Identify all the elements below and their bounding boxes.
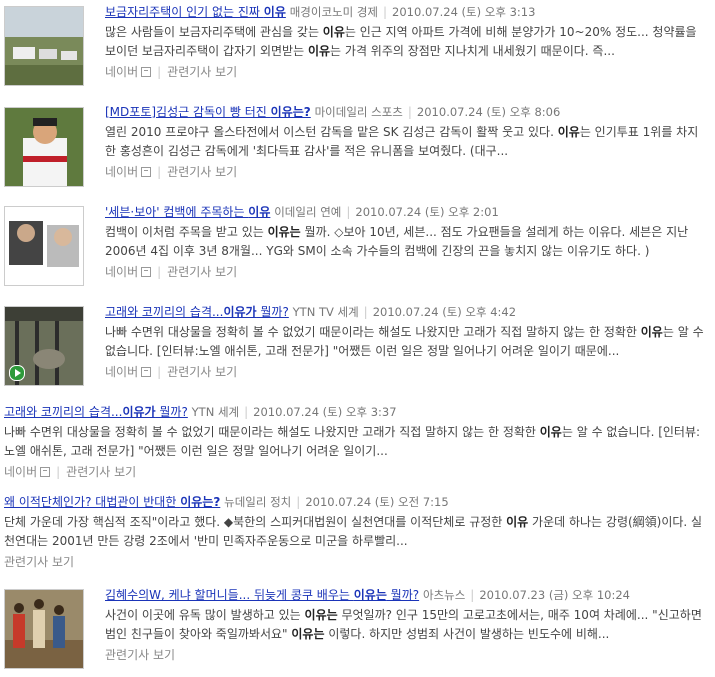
news-date: 2010.07.24 (토) 오후 4:42 <box>372 305 517 319</box>
title-line: [MD포토]김성근 감독이 빵 터진 이유는? 마이데일리 스포츠 | 2010.0… <box>105 105 561 119</box>
naver-link[interactable]: 네이버 <box>105 65 152 79</box>
new-window-icon <box>141 267 152 277</box>
news-source: YTN 세계 <box>191 405 240 419</box>
naver-link[interactable]: 네이버 <box>105 265 152 279</box>
related-articles-link[interactable]: 관련기사 보기 <box>167 65 237 79</box>
news-source: 아츠뉴스 <box>422 588 466 602</box>
news-description: 열린 2010 프로야구 올스타전에서 이스턴 감독을 맡은 SK 김성근 감독… <box>105 125 699 158</box>
naver-link[interactable]: 네이버 <box>105 365 152 379</box>
related-articles-link[interactable]: 관련기사 보기 <box>167 265 237 279</box>
related-articles-link[interactable]: 관련기사 보기 <box>66 465 136 479</box>
news-title-link[interactable]: '세븐·보아' 컴백에 주목하는 이유 <box>105 205 270 219</box>
news-source: 매경이코노미 경제 <box>289 5 378 19</box>
news-description: 많은 사람들이 보금자리주택에 관심을 갖는 이유는 인근 지역 아파트 가격에… <box>105 25 697 58</box>
news-thumbnail[interactable] <box>4 6 84 86</box>
news-links: 관련기사 보기 <box>105 646 709 664</box>
news-date: 2010.07.24 (토) 오후 2:01 <box>355 205 499 219</box>
news-links: 네이버 | 관련기사 보기 <box>105 265 238 279</box>
news-title-link[interactable]: [MD포토]김성근 감독이 빵 터진 이유는? <box>105 105 311 119</box>
title-line: 보금자리주택이 인기 없는 진짜 이유 매경이코노미 경제 | 2010.07.24… <box>105 5 536 19</box>
news-source: 뉴데일리 정치 <box>224 495 292 509</box>
related-articles-link[interactable]: 관련기사 보기 <box>105 648 175 662</box>
naver-link[interactable]: 네이버 <box>105 165 152 179</box>
title-line: 김혜수의W, 케냐 할머니들... 뒤늦게 콩쿠 배우는 이유는 뭘까? 아츠뉴… <box>105 588 630 602</box>
news-source: 마이데일리 스포츠 <box>314 105 403 119</box>
news-date: 2010.07.24 (토) 오후 3:37 <box>253 405 397 419</box>
new-window-icon <box>141 167 152 177</box>
news-source: YTN TV 세계 <box>292 305 359 319</box>
news-title-link[interactable]: 고래와 코끼리의 습격...이유가 뭘까? <box>105 305 289 319</box>
news-thumbnail[interactable] <box>4 589 84 669</box>
title-line: 고래와 코끼리의 습격...이유가 뭘까? YTN 세계 | 2010.07.24 … <box>4 405 397 419</box>
news-source: 이데일리 연예 <box>274 205 342 219</box>
news-links: 네이버 | 관련기사 보기 <box>105 365 238 379</box>
new-window-icon <box>141 67 152 77</box>
news-description: 단체 가운데 가장 핵심적 조직"이라고 했다. ◆북한의 스피커대법원이 실천… <box>4 515 703 548</box>
related-articles-link[interactable]: 관련기사 보기 <box>167 165 237 179</box>
news-title-link[interactable]: 고래와 코끼리의 습격...이유가 뭘까? <box>4 405 188 419</box>
news-date: 2010.07.24 (토) 오전 7:15 <box>305 495 449 509</box>
news-title-link[interactable]: 왜 이적단체인가? 대법관이 반대한 이유는? <box>4 495 220 509</box>
title-line: 왜 이적단체인가? 대법관이 반대한 이유는? 뉴데일리 정치 | 2010.07.… <box>4 495 449 509</box>
news-links: 네이버 | 관련기사 보기 <box>105 65 238 79</box>
news-thumbnail[interactable] <box>4 206 84 286</box>
news-date: 2010.07.24 (토) 오후 8:06 <box>416 105 561 119</box>
news-title-link[interactable]: 보금자리주택이 인기 없는 진짜 이유 <box>105 5 286 19</box>
title-line: '세븐·보아' 컴백에 주목하는 이유 이데일리 연예 | 2010.07.24 (… <box>105 205 499 219</box>
news-links: 네이버 | 관련기사 보기 <box>105 165 238 179</box>
news-description: 나빠 수면위 대상물을 정확히 볼 수 없었기 때문이라는 해설도 나왔지만 고… <box>4 425 701 458</box>
play-icon[interactable] <box>9 365 25 381</box>
new-window-icon <box>40 467 51 477</box>
news-thumbnail[interactable] <box>4 306 84 386</box>
related-articles-link[interactable]: 관련기사 보기 <box>167 365 237 379</box>
news-thumbnail[interactable] <box>4 107 84 187</box>
news-date: 2010.07.23 (금) 오후 10:24 <box>479 588 630 602</box>
news-description: 나빠 수면위 대상물을 정확히 볼 수 없었기 때문이라는 해설도 나왔지만 고… <box>105 325 704 358</box>
news-links: 네이버 | 관련기사 보기 <box>4 465 137 479</box>
naver-link[interactable]: 네이버 <box>4 465 51 479</box>
news-description: 컴백이 이처럼 주목을 받고 있는 이유는 뭘까. ◇보아 10년, 세븐...… <box>105 225 689 258</box>
news-date: 2010.07.24 (토) 오후 3:13 <box>392 5 536 19</box>
title-line: 고래와 코끼리의 습격...이유가 뭘까? YTN TV 세계 | 2010.07.… <box>105 305 517 319</box>
news-description: 사건이 이곳에 유독 많이 발생하고 있는 이유는 무엇일까? 인구 15만의 … <box>105 608 702 641</box>
news-title-link[interactable]: 김혜수의W, 케냐 할머니들... 뒤늦게 콩쿠 배우는 이유는 뭘까? <box>105 588 419 602</box>
related-articles-link[interactable]: 관련기사 보기 <box>4 555 74 569</box>
new-window-icon <box>141 367 152 377</box>
news-links: 관련기사 보기 <box>4 553 709 571</box>
